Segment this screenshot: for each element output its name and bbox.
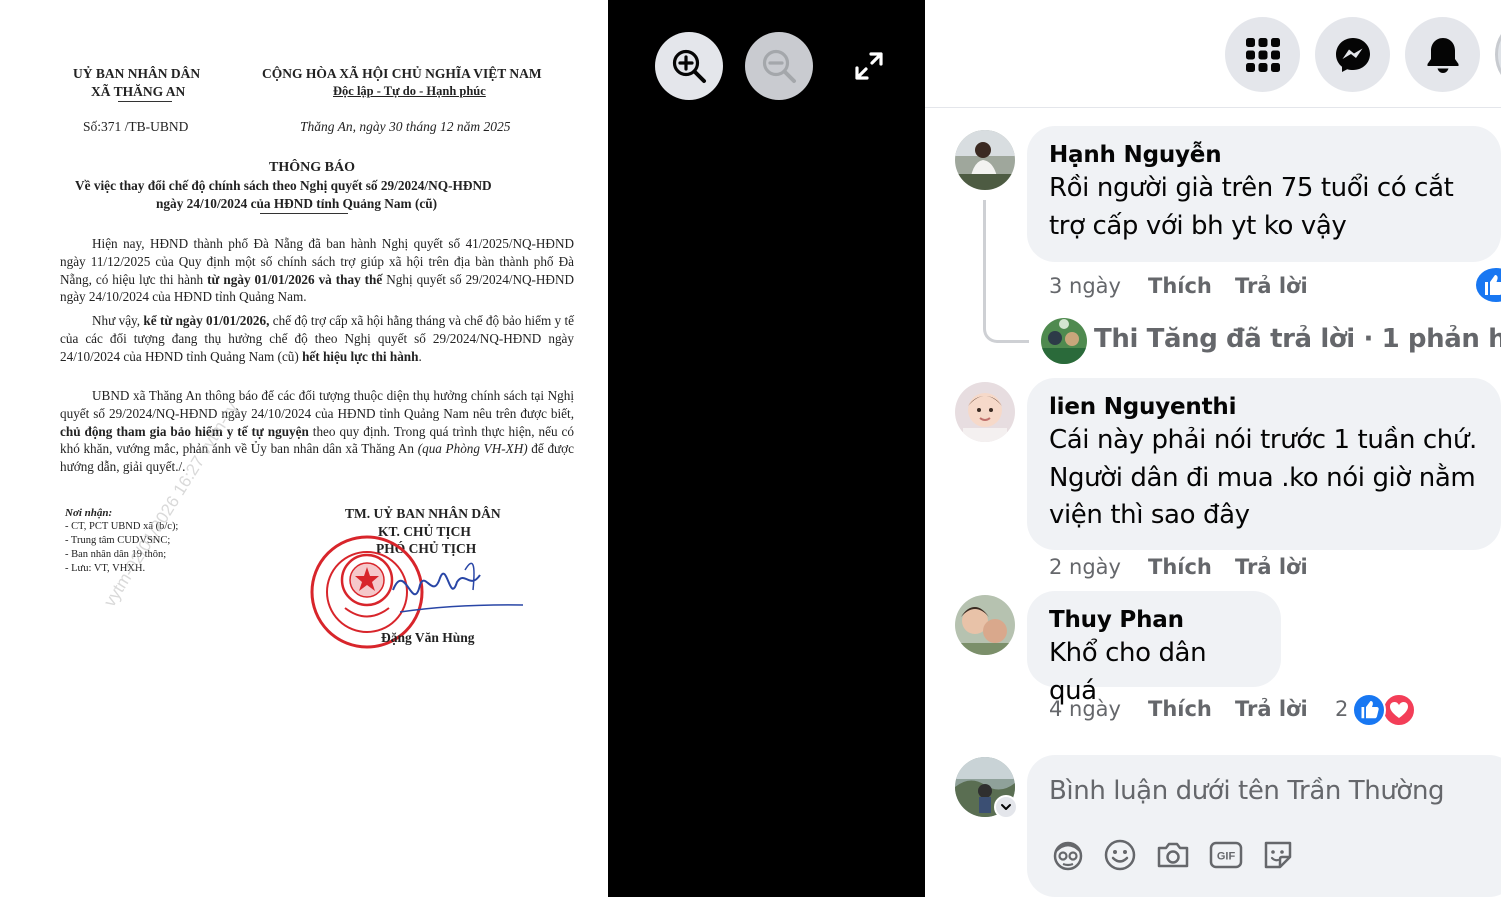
doc-paragraph-1: Hiện nay, HĐND thành phố Đà Nẵng đã ban … xyxy=(60,236,575,305)
doc-number: Số:371 /TB-UBND xyxy=(83,119,189,134)
doc-subject-line1: Về việc thay đổi chế độ chính sách theo … xyxy=(75,178,492,193)
avatar-photo xyxy=(1041,318,1087,364)
doc-date: Thăng An, ngày 30 tháng 12 năm 2025 xyxy=(300,119,511,134)
zoom-out-icon xyxy=(762,49,796,83)
zoom-in-icon xyxy=(672,49,706,83)
comment-time[interactable]: 2 ngày xyxy=(1049,555,1121,579)
sticker-icon[interactable] xyxy=(1258,835,1298,875)
messenger-button[interactable] xyxy=(1315,17,1390,92)
avatar-photo xyxy=(955,595,1015,655)
comment-text-line: Rồi người già trên 75 tuổi có cắt xyxy=(1049,173,1454,203)
messenger-icon xyxy=(1335,37,1370,72)
reactions-summary[interactable] xyxy=(1352,693,1416,727)
like-button[interactable]: Thích xyxy=(1148,555,1212,579)
avatar[interactable] xyxy=(955,595,1015,655)
profile-switch-button[interactable] xyxy=(994,795,1018,819)
thread-line xyxy=(983,200,986,318)
doc-org-name: UỶ BAN NHÂN DÂN xyxy=(73,66,201,81)
thumbs-up-icon xyxy=(1485,275,1501,295)
doc-org-underline xyxy=(118,101,172,102)
thread-connector xyxy=(983,310,1029,343)
comment-time[interactable]: 4 ngày xyxy=(1049,697,1121,721)
doc-recipients-title: Nơi nhận: xyxy=(65,507,113,519)
like-button[interactable]: Thích xyxy=(1148,697,1212,721)
comment-text-line: viện thì sao đây xyxy=(1049,500,1250,530)
document-image: UỶ BAN NHÂN DÂN XÃ THĂNG AN CỘNG HÒA XÃ … xyxy=(0,0,608,897)
emoji-icon[interactable] xyxy=(1100,835,1140,875)
zoom-in-button[interactable] xyxy=(655,32,723,100)
reply-button[interactable]: Trả lời xyxy=(1235,555,1308,579)
doc-subject-line2: ngày 24/10/2024 của HĐND tỉnh Quảng Nam … xyxy=(156,196,438,211)
avatar-sticker-icon[interactable] xyxy=(1048,835,1088,875)
menu-button[interactable] xyxy=(1225,17,1300,92)
comment-composer xyxy=(1027,755,1501,897)
like-button[interactable]: Thích xyxy=(1148,274,1212,298)
gif-icon[interactable]: GIF xyxy=(1206,835,1246,875)
bell-icon xyxy=(1427,37,1458,73)
doc-org-commune: XÃ THĂNG AN xyxy=(91,84,186,99)
avatar[interactable] xyxy=(1041,318,1087,364)
doc-motto: Độc lập - Tự do - Hạnh phúc xyxy=(333,84,486,98)
comment-bubble: Hạnh Nguyễn Rồi người già trên 75 tuổi c… xyxy=(1027,126,1501,262)
comment-author[interactable]: Thuy Phan xyxy=(1049,605,1257,635)
view-replies-link[interactable]: Thi Tăng đã trả lời · 1 phản hồi xyxy=(1094,324,1501,354)
reply-button[interactable]: Trả lời xyxy=(1235,697,1308,721)
expand-icon xyxy=(855,52,883,80)
like-reaction-icon xyxy=(1352,693,1386,727)
like-reaction-icon[interactable] xyxy=(1476,268,1501,302)
avatar[interactable] xyxy=(955,382,1015,442)
comment-author[interactable]: Hạnh Nguyễn xyxy=(1049,140,1477,170)
comment-input[interactable] xyxy=(1049,769,1489,813)
comment-author[interactable]: lien Nguyenthi xyxy=(1049,392,1477,422)
zoom-out-button[interactable] xyxy=(745,32,813,100)
comments-panel: Hạnh Nguyễn Rồi người già trên 75 tuổi c… xyxy=(925,0,1501,897)
doc-signer-name: Đặng Văn Hùng xyxy=(381,630,475,645)
reaction-count[interactable]: 2 xyxy=(1335,697,1348,721)
comment-bubble: Thuy Phan Khổ cho dân quá xyxy=(1027,591,1281,706)
doc-paragraph-2: Như vậy, kể từ ngày 01/01/2026, chế độ t… xyxy=(60,313,574,364)
profile-avatar[interactable] xyxy=(1495,17,1501,92)
grid-menu-icon xyxy=(1245,37,1280,72)
love-reaction-icon xyxy=(1382,693,1416,727)
comment-time[interactable]: 3 ngày xyxy=(1049,274,1121,298)
avatar-photo xyxy=(955,382,1015,442)
comment-text-line: trợ cấp với bh yt ko vậy xyxy=(1049,210,1347,241)
photo-viewer: UỶ BAN NHÂN DÂN XÃ THĂNG AN CỘNG HÒA XÃ … xyxy=(0,0,925,897)
doc-title-underline xyxy=(260,213,348,214)
doc-country-name: CỘNG HÒA XÃ HỘI CHỦ NGHĨA VIỆT NAM xyxy=(262,66,542,81)
chevron-down-icon xyxy=(1001,804,1011,810)
doc-paragraph-3: UBND xã Thăng An thông báo để các đối tư… xyxy=(60,388,575,475)
notifications-button[interactable] xyxy=(1405,17,1480,92)
avatar-photo xyxy=(955,130,1015,190)
reply-button[interactable]: Trả lời xyxy=(1235,274,1308,298)
comment-text-line: Cái này phải nói trước 1 tuần chứ. xyxy=(1049,425,1477,455)
svg-text:GIF: GIF xyxy=(1217,851,1236,863)
comment-bubble: lien Nguyenthi Cái này phải nói trước 1 … xyxy=(1027,378,1501,550)
doc-sign-line1: TM. UỶ BAN NHÂN DÂN xyxy=(345,506,501,521)
camera-icon[interactable] xyxy=(1153,835,1193,875)
top-navigation-bar xyxy=(925,0,1501,108)
avatar[interactable] xyxy=(955,130,1015,190)
comment-text-line: Người dân đi mua .ko nói giờ nằm xyxy=(1049,462,1476,493)
fullscreen-button[interactable] xyxy=(835,32,903,100)
doc-heading: THÔNG BÁO xyxy=(269,160,355,175)
